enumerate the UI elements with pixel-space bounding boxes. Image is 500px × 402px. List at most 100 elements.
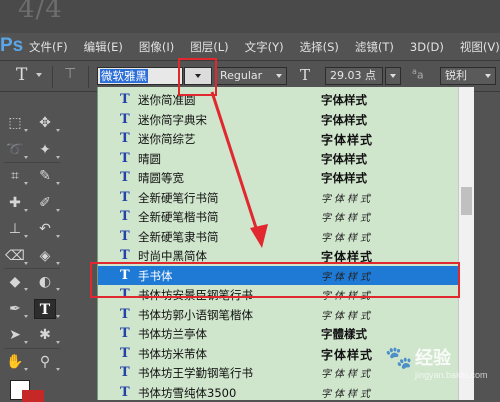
eraser-icon[interactable]: ⌫ (4, 246, 26, 266)
truetype-font-icon: T (120, 306, 130, 322)
truetype-font-icon: T (120, 365, 130, 380)
tool-flyout-indicator (24, 367, 28, 371)
toolbox-divider (4, 162, 60, 163)
path-select-icon[interactable]: ➤ (4, 325, 26, 345)
menu-item[interactable]: 滤镜(T) (350, 39, 399, 55)
font-sample: 字体样式 (321, 347, 374, 362)
eyedropper-icon[interactable]: ✎ (34, 166, 56, 186)
divider (88, 66, 89, 88)
truetype-font-icon: T (120, 131, 130, 146)
font-name: 全新硬笔楷书简 (138, 210, 219, 224)
tool-flyout-indicator (24, 341, 28, 344)
menu-item[interactable]: 选择(S) (295, 39, 344, 55)
font-name: 书体坊兰亭体 (138, 327, 207, 341)
font-style-select[interactable]: Regular (215, 67, 287, 85)
tool-flyout-indicator (56, 288, 60, 291)
font-sample: 字体样式 (321, 193, 373, 205)
font-list-item[interactable]: T 书体坊郭小语钢笔楷体 字体样式 (98, 305, 474, 324)
type-tool-preset-icon[interactable]: T (16, 65, 27, 85)
tool-flyout-indicator (24, 208, 28, 212)
font-name: 晴圆等宽 (138, 171, 184, 185)
truetype-font-icon: T (120, 92, 130, 107)
font-size-field[interactable]: 29.03 点 (325, 67, 383, 85)
paint-bucket-icon[interactable]: ◈ (34, 246, 56, 266)
clone-stamp-icon[interactable]: ⊥ (4, 219, 26, 239)
font-list-item[interactable]: T 晴圆等宽 字体样式 (98, 168, 474, 187)
menu-item[interactable]: 文字(Y) (240, 39, 289, 55)
tool-flyout-indicator (56, 155, 60, 159)
tool-flyout-indicator (24, 155, 28, 159)
font-family-value: 微软雅黑 (100, 69, 148, 83)
magic-wand-icon[interactable]: ✦ (34, 140, 56, 160)
annotation-highlight-dropdown (178, 58, 217, 96)
truetype-font-icon: T (120, 345, 130, 361)
font-family-field[interactable]: 微软雅黑 (97, 67, 183, 85)
hand-icon[interactable]: ✋ (4, 352, 26, 372)
font-list-item[interactable]: T 迷你简准圆 字体样式 (98, 90, 474, 109)
font-sample: 字体样式 (321, 369, 373, 380)
font-name: 书体坊雪纯体3500 (138, 385, 237, 400)
font-list-item[interactable]: T 书体坊兰亭体 字體樣式 (98, 324, 474, 343)
truetype-font-icon: T (120, 248, 130, 263)
font-list-item[interactable]: T 迷你简综艺 字体样式 (98, 129, 474, 148)
menu-item[interactable]: 文件(F) (24, 39, 73, 55)
font-name: 书体坊王学勤钢笔行书 (138, 366, 253, 380)
font-list-item[interactable]: T 全新硬笔楷书简 字体样式 (98, 207, 474, 226)
type-tool-icon[interactable]: T (34, 298, 56, 319)
tool-flyout-indicator (56, 341, 60, 344)
toolbox-divider (4, 347, 60, 349)
menu-item[interactable]: 图像(I) (134, 39, 179, 55)
text-orientation-icon[interactable]: ⊤ (64, 66, 76, 82)
top-strip: 4/4 (0, 0, 500, 33)
step-indicator: 4/4 (18, 0, 63, 24)
move-icon[interactable]: ✥ (34, 113, 56, 133)
menu-item[interactable]: 视图(V) (455, 39, 500, 55)
menu-item[interactable]: 3D(D) (405, 40, 449, 54)
font-name: 迷你简字典宋 (138, 112, 207, 127)
brush-icon[interactable]: ✐ (34, 193, 56, 213)
tool-flyout-indicator (56, 261, 60, 265)
font-size-icon: T (300, 66, 311, 84)
tool-flyout-indicator (24, 314, 28, 318)
dodge-icon[interactable]: ◐ (34, 272, 56, 292)
crop-icon[interactable]: ⌗ (4, 166, 26, 186)
tool-flyout-indicator (24, 288, 28, 291)
truetype-font-icon: T (120, 209, 130, 224)
blur-icon[interactable]: ◆ (4, 272, 26, 292)
font-sample: 字體樣式 (321, 327, 367, 341)
font-list-item[interactable]: T 全新硬笔隶书简 字体样式 (98, 227, 474, 246)
chevron-down-icon (276, 74, 282, 78)
truetype-font-icon: T (120, 384, 130, 400)
font-name: 全新硬笔隶书简 (138, 229, 219, 244)
tool-flyout-indicator (24, 261, 28, 265)
tool-flyout-indicator (24, 235, 28, 238)
menu-item[interactable]: 图层(L) (185, 39, 233, 55)
watermark-brand: 经验 (415, 348, 451, 368)
chevron-down-icon[interactable] (36, 73, 42, 77)
truetype-font-icon: T (120, 111, 130, 127)
marquee-icon[interactable]: ⬚ (4, 113, 26, 133)
font-size-dropdown[interactable] (385, 67, 401, 85)
menu-item[interactable]: 编辑(E) (79, 39, 128, 55)
healing-brush-icon[interactable]: ✚ (4, 193, 26, 213)
font-sample: 字体样式 (321, 133, 374, 147)
antialias-select[interactable]: 锐利 (440, 67, 496, 85)
pen-icon[interactable]: ✒ (4, 299, 26, 319)
antialias-glyph: a (416, 68, 424, 82)
background-color-swatch[interactable] (22, 390, 44, 402)
truetype-font-icon: T (120, 170, 130, 185)
zoom-icon[interactable]: ⚲ (34, 352, 56, 372)
lasso-icon[interactable]: ➰ (4, 140, 26, 160)
tool-flyout-indicator (56, 314, 60, 318)
history-brush-icon[interactable]: ↶ (34, 219, 56, 239)
font-list-item[interactable]: T 迷你简字典宋 字体样式 (98, 110, 474, 129)
font-name: 全新硬笔行书简 (138, 190, 219, 205)
font-size-value: 29.03 点 (330, 69, 376, 82)
tool-flyout-indicator (56, 367, 60, 371)
font-list-item[interactable]: T 全新硬笔行书简 字体样式 (98, 188, 474, 207)
custom-shape-icon[interactable]: ✱ (34, 325, 56, 345)
scrollbar-thumb[interactable] (461, 187, 472, 215)
chevron-down-icon (390, 74, 396, 78)
tool-flyout-indicator (56, 208, 60, 212)
font-list-item[interactable]: T 晴圆 字体样式 (98, 149, 474, 168)
